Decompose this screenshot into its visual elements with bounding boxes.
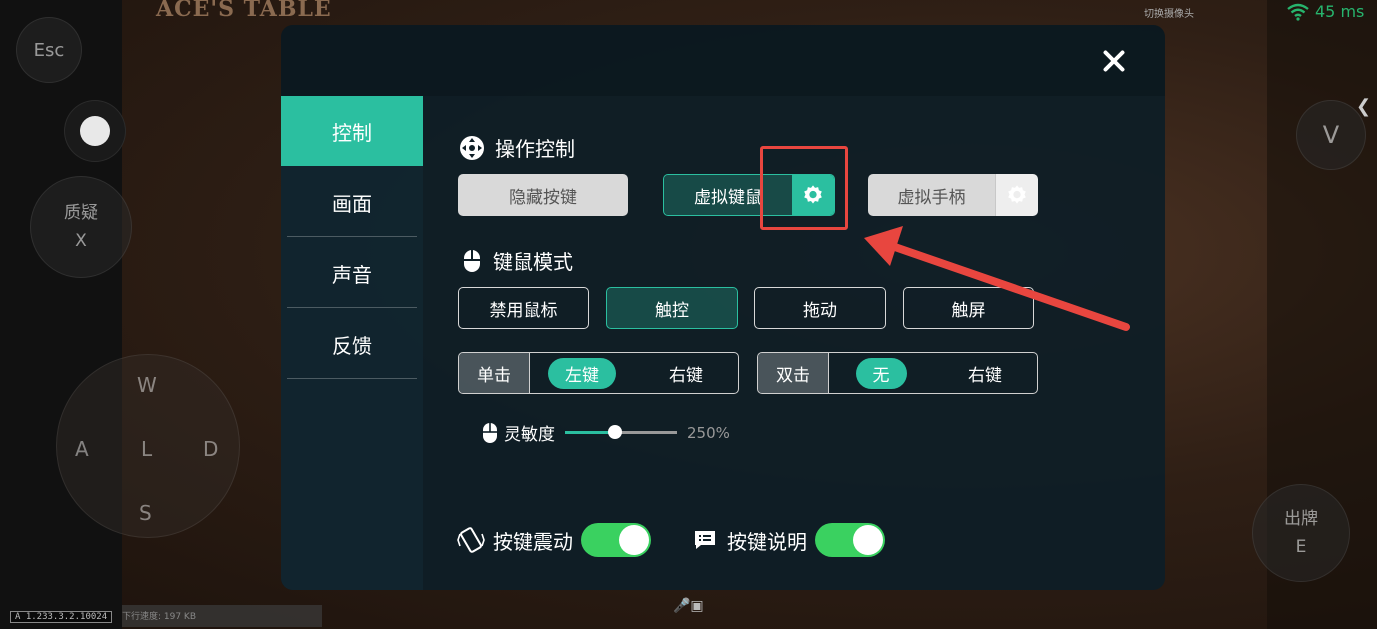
joystick-key-right: D	[203, 437, 219, 461]
camera-switch-label[interactable]: 切换摄像头	[1144, 5, 1194, 20]
button-label: 禁用鼠标	[489, 300, 558, 321]
joystick-key-down: S	[139, 501, 152, 525]
sensitivity-value: 250%	[687, 423, 730, 442]
mode-touch-control-button[interactable]: 触控	[606, 287, 738, 329]
tab-display[interactable]: 画面	[281, 167, 423, 237]
option-label: 右键	[669, 365, 703, 386]
double-click-right-option[interactable]: 右键	[933, 353, 1037, 393]
tab-label: 控制	[332, 120, 372, 145]
close-icon[interactable]	[1098, 45, 1130, 77]
question-label: 质疑	[64, 203, 98, 223]
control-section-title: 操作控制	[459, 133, 575, 162]
button-label: 虚拟键鼠	[694, 187, 762, 208]
sensitivity-label: 灵敏度	[504, 425, 555, 445]
virtual-gamepad-label[interactable]: 虚拟手柄	[868, 174, 995, 216]
play-card-button[interactable]: 出牌 E	[1252, 484, 1350, 582]
gamepad-dpad-icon	[459, 135, 485, 161]
single-click-label: 单击	[459, 353, 530, 393]
dialog-header	[281, 25, 1165, 96]
joystick-key-center: L	[141, 437, 153, 461]
single-click-left-option[interactable]: 左键	[530, 353, 634, 393]
double-click-selector: 双击 无 右键	[757, 352, 1038, 394]
single-click-selector: 单击 左键 右键	[458, 352, 739, 394]
message-icon	[693, 529, 717, 551]
nav-divider	[287, 307, 417, 308]
wifi-icon	[1287, 3, 1309, 25]
left-control-strip	[0, 0, 122, 629]
play-label: 出牌	[1284, 509, 1318, 529]
ping-readout: 45 ms	[1315, 2, 1365, 21]
vibration-toggle-row: 按键震动	[457, 523, 651, 557]
collapse-arrow-icon[interactable]: ❮	[1356, 96, 1371, 117]
mode-disable-mouse-button[interactable]: 禁用鼠标	[458, 287, 589, 329]
single-click-right-option[interactable]: 右键	[634, 353, 738, 393]
tab-label: 反馈	[332, 333, 372, 358]
circle-icon	[80, 116, 110, 146]
vibration-toggle[interactable]	[581, 523, 651, 557]
download-speed: 下行速度: 197 KB	[122, 605, 322, 627]
vibration-label: 按键震动	[493, 529, 573, 554]
option-label: 无	[855, 357, 907, 389]
mouse-section-title: 键鼠模式	[461, 246, 573, 275]
joystick-key-left: A	[75, 437, 89, 461]
key-hint-label: 按键说明	[727, 529, 807, 554]
button-label: 拖动	[803, 300, 837, 321]
nav-divider	[287, 378, 417, 379]
mode-drag-button[interactable]: 拖动	[754, 287, 886, 329]
settings-nav: 控制 画面 声音 反馈	[281, 96, 423, 590]
game-title: ACE'S TABLE	[156, 0, 332, 22]
section-title-text: 键鼠模式	[493, 250, 573, 274]
button-label: 触屏	[951, 300, 986, 321]
vibration-phone-icon	[457, 526, 485, 554]
play-key: E	[1295, 537, 1307, 557]
key-hint-toggle-row: 按键说明	[693, 523, 885, 557]
mouse-toggle-button[interactable]	[64, 100, 126, 162]
hide-keys-button[interactable]: 隐藏按键	[458, 174, 628, 216]
tab-feedback[interactable]: 反馈	[281, 309, 423, 379]
tab-label: 画面	[332, 191, 372, 216]
annotation-highlight-box	[760, 146, 848, 230]
settings-dialog: 控制 画面 声音 反馈 操作控制 隐藏按键 虚拟键鼠 虚拟手柄 键鼠模式 禁用鼠…	[281, 25, 1165, 590]
mic-keyboard-icon[interactable]: 🎤▣	[673, 598, 704, 614]
esc-button[interactable]: Esc	[16, 17, 82, 83]
virtual-gamepad-button[interactable]: 虚拟手柄	[868, 174, 1038, 216]
double-click-label: 双击	[758, 353, 829, 393]
esc-label: Esc	[33, 39, 65, 61]
movement-joystick[interactable]: W A L D S	[56, 354, 240, 538]
sensitivity-slider[interactable]	[565, 425, 677, 439]
option-label: 左键	[548, 357, 616, 389]
question-key: X	[75, 231, 87, 251]
mode-touchscreen-button[interactable]: 触屏	[903, 287, 1034, 329]
v-label: V	[1322, 121, 1340, 149]
toggle-knob	[853, 525, 883, 555]
nav-divider	[287, 236, 417, 237]
version-label: A 1.233.3.2.10024	[10, 611, 113, 623]
key-hint-toggle[interactable]	[815, 523, 885, 557]
section-title-text: 操作控制	[495, 137, 575, 161]
tab-sound[interactable]: 声音	[281, 238, 423, 308]
question-button[interactable]: 质疑 X	[30, 176, 132, 278]
button-label: 触控	[655, 300, 689, 321]
joystick-key-up: W	[137, 373, 157, 397]
sensitivity-row: 灵敏度 250%	[482, 420, 730, 445]
option-label: 右键	[968, 365, 1002, 386]
double-click-none-option[interactable]: 无	[829, 353, 933, 393]
mouse-small-icon	[482, 422, 498, 444]
tab-label: 声音	[332, 262, 372, 287]
tab-control[interactable]: 控制	[281, 96, 423, 166]
slider-thumb[interactable]	[608, 425, 623, 439]
button-label: 虚拟手柄	[897, 187, 966, 208]
toggle-knob	[619, 525, 649, 555]
mouse-icon	[461, 248, 483, 274]
button-label: 隐藏按键	[509, 187, 577, 208]
gamepad-settings-gear-icon[interactable]	[995, 174, 1038, 216]
